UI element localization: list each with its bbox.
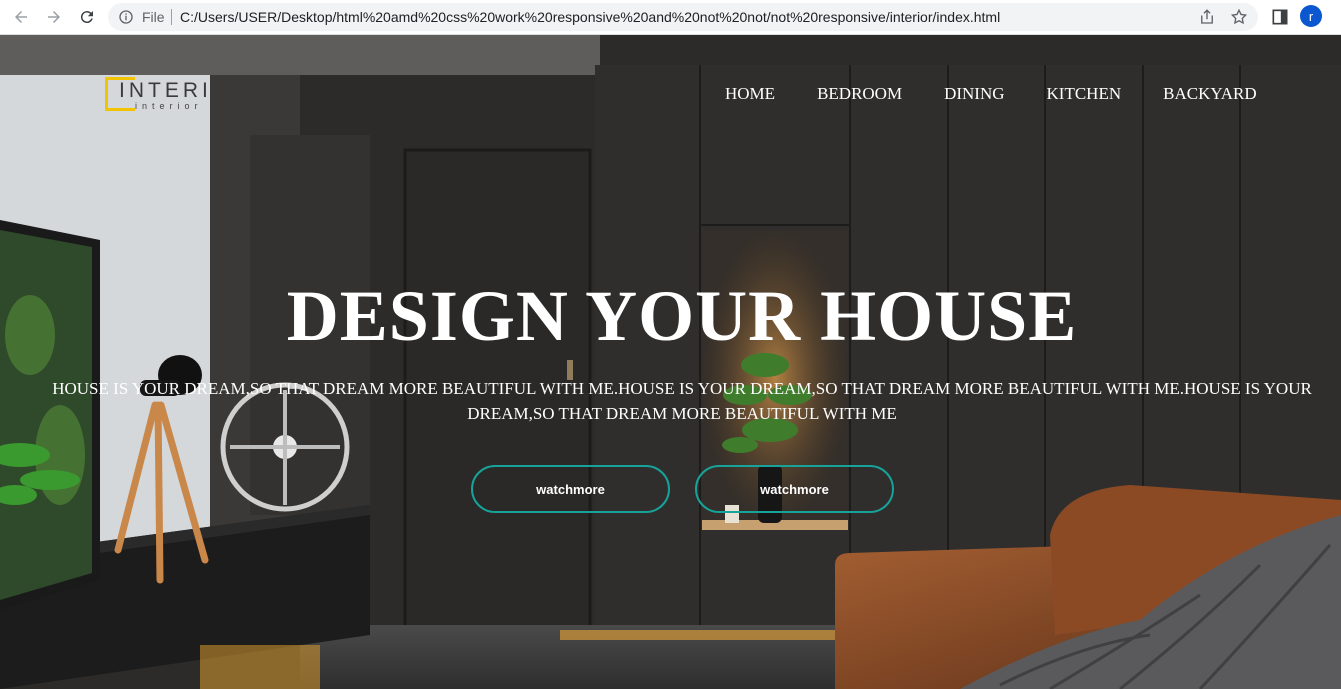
logo-wordmark: INTERIO <box>119 79 233 102</box>
address-bar[interactable]: File C:/Users/USER/Desktop/html%20amd%20… <box>108 3 1258 31</box>
back-button[interactable] <box>8 4 34 30</box>
arrow-left-icon <box>15 11 27 23</box>
hero-background-image <box>0 35 1341 689</box>
share-icon[interactable] <box>1198 8 1216 26</box>
bookmark-star-icon[interactable] <box>1230 8 1248 26</box>
side-panel-icon[interactable] <box>1270 7 1290 27</box>
nav-link-backyard[interactable]: BACKYARD <box>1163 84 1257 104</box>
nav-link-home[interactable]: HOME <box>725 84 775 104</box>
omnibox-divider <box>171 9 172 25</box>
arrow-right-icon <box>48 11 60 23</box>
main-nav: HOME BEDROOM DINING KITCHEN BACKYARD <box>704 84 1278 104</box>
nav-link-bedroom[interactable]: BEDROOM <box>817 84 902 104</box>
site-logo[interactable]: INTERIO interior <box>105 77 228 113</box>
watchmore-button-2[interactable]: watchmore <box>695 465 894 513</box>
watchmore-button-1[interactable]: watchmore <box>471 465 670 513</box>
file-scheme-label: File <box>142 9 165 25</box>
nav-link-dining[interactable]: DINING <box>944 84 1004 104</box>
url-text[interactable]: C:/Users/USER/Desktop/html%20amd%20css%2… <box>180 9 1000 25</box>
reload-icon <box>80 11 93 24</box>
reload-button[interactable] <box>74 4 100 30</box>
hero-section: INTERIO interior HOME BEDROOM DINING KIT… <box>0 35 1341 689</box>
info-icon[interactable] <box>118 9 134 25</box>
browser-toolbar: File C:/Users/USER/Desktop/html%20amd%20… <box>0 0 1341 35</box>
logo-subtitle: interior <box>135 101 203 111</box>
profile-avatar[interactable]: r <box>1300 5 1322 27</box>
forward-button[interactable] <box>41 4 67 30</box>
hero-headline: DESIGN YOUR HOUSE <box>286 276 1078 356</box>
nav-link-kitchen[interactable]: KITCHEN <box>1047 84 1122 104</box>
hero-tagline: HOUSE IS YOUR DREAM,SO THAT DREAM MORE B… <box>52 379 1312 423</box>
